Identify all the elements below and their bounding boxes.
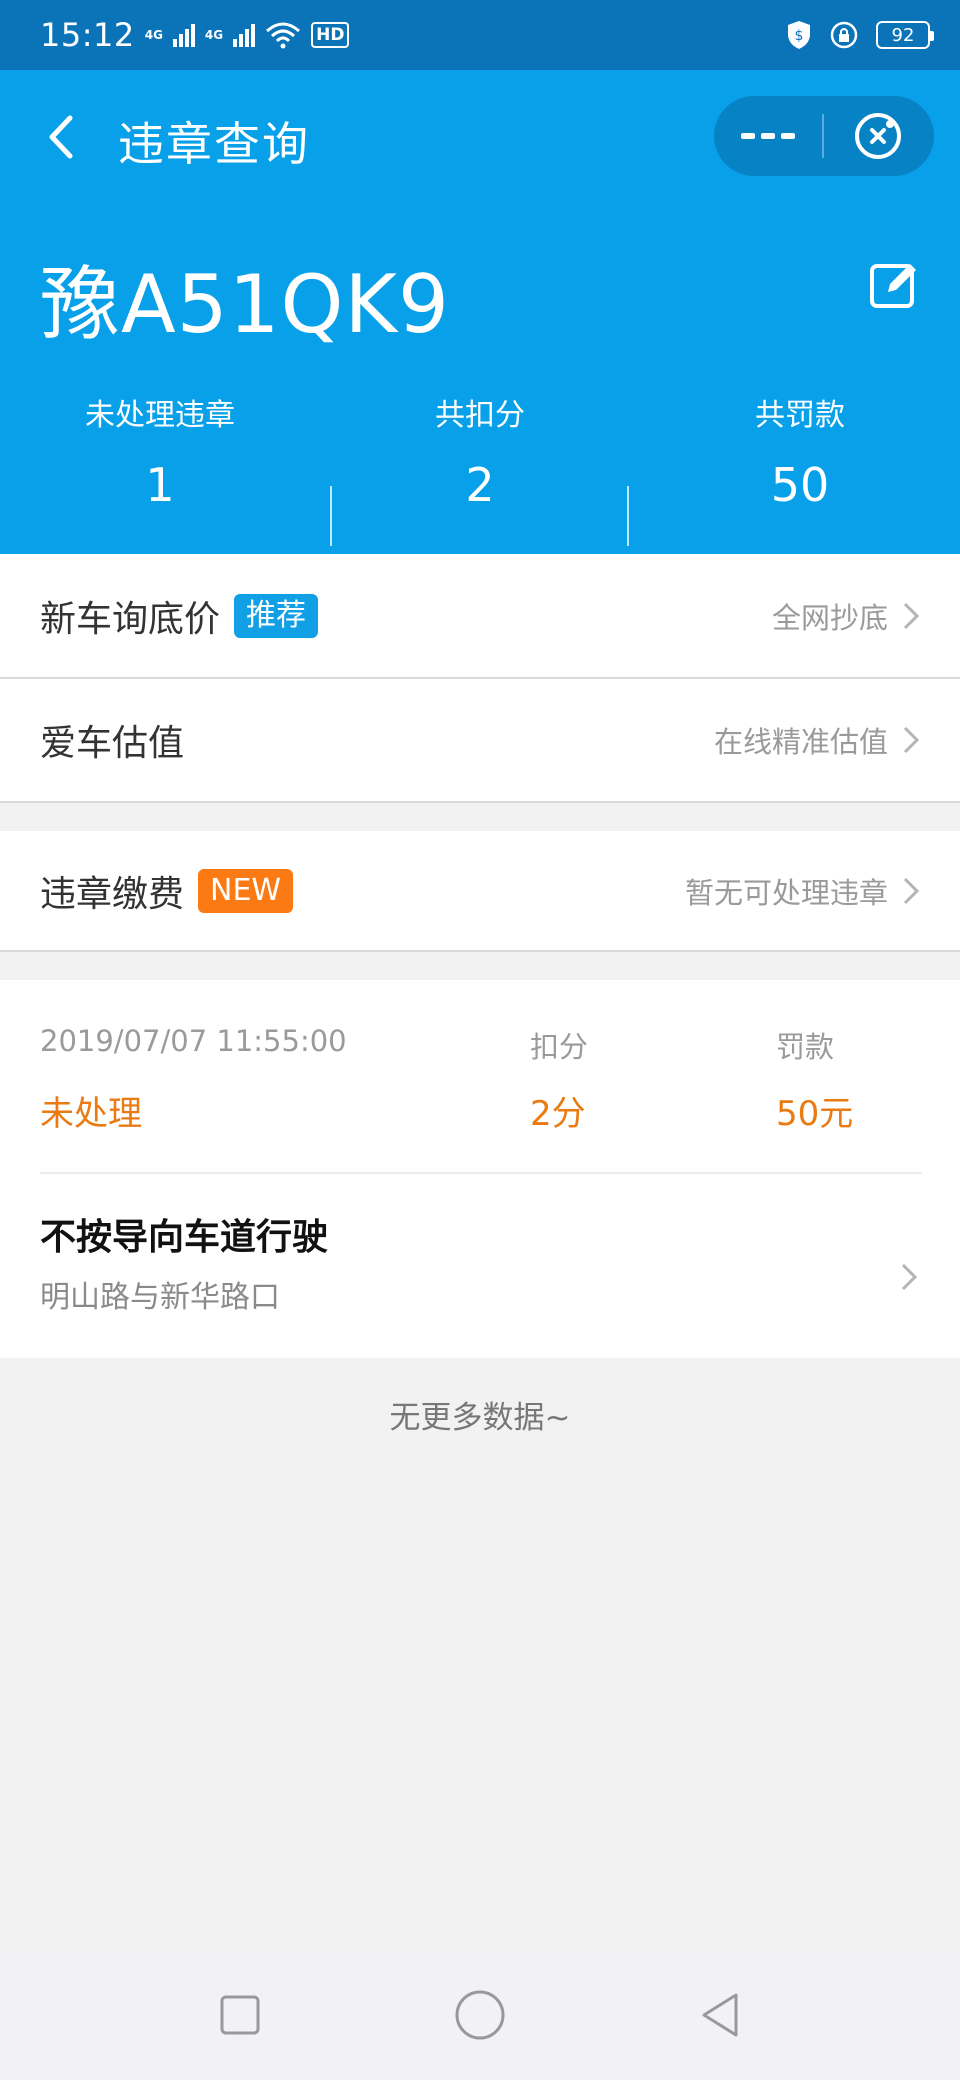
row-left: 新车询底价 推荐 xyxy=(40,590,772,642)
no-more-data: 无更多数据~ xyxy=(389,1400,571,1436)
close-circle-icon xyxy=(855,113,901,159)
fine-label: 罚款 xyxy=(776,1030,835,1064)
stat-label: 未处理违章 xyxy=(85,398,235,433)
new-badge: NEW xyxy=(198,869,294,913)
hd-label: HD xyxy=(316,25,345,45)
points-label: 扣分 xyxy=(530,1030,589,1064)
plate-number: 豫A51QK9 xyxy=(40,258,450,351)
row-right: 在线精准估值 xyxy=(714,719,920,761)
row-left: 爱车估值 xyxy=(40,714,714,766)
row-left: 违章缴费 NEW xyxy=(40,865,685,917)
recent-apps-button[interactable] xyxy=(210,1985,270,2045)
menu-item-title: 爱车估值 xyxy=(40,723,185,764)
record-fine: 50元 xyxy=(776,1094,854,1134)
status-bar: 15:12 4G 4G HD $ 92 xyxy=(0,0,960,70)
more-icon xyxy=(781,133,795,139)
status-left: 15:12 4G 4G HD xyxy=(40,16,350,54)
violation-record-card[interactable]: 2019/07/07 11:55:00 扣分 罚款 未处理 2分 50元 不按导… xyxy=(0,980,960,1358)
status-right: $ 92 xyxy=(786,20,934,50)
violation-stats: 未处理违章 1 共扣分 2 共罚款 50 xyxy=(0,370,960,546)
hd-icon: HD xyxy=(311,22,350,48)
lock-icon xyxy=(830,21,858,49)
network-label: 4G xyxy=(144,28,163,42)
chevron-right-icon xyxy=(903,602,920,630)
chevron-right-icon xyxy=(901,1263,918,1291)
record-points: 2分 xyxy=(530,1094,586,1134)
square-icon xyxy=(220,1995,260,2035)
battery-level: 92 xyxy=(891,24,915,46)
edit-icon[interactable] xyxy=(868,258,920,310)
record-status: 未处理 xyxy=(40,1094,142,1134)
page: 15:12 4G 4G HD $ 92 违章查询 豫A51QK9 未处理违章 1… xyxy=(0,0,960,2080)
circle-icon xyxy=(455,1990,505,2040)
stat-label: 共罚款 xyxy=(755,398,845,433)
menu-item-violation-payment[interactable]: 违章缴费 NEW 暂无可处理违章 xyxy=(0,831,960,951)
page-title: 违章查询 xyxy=(118,117,310,171)
chevron-right-icon xyxy=(903,726,920,754)
violation-location: 明山路与新华路口 xyxy=(40,1280,280,1315)
stat-points: 共扣分 2 xyxy=(320,370,640,520)
row-right: 暂无可处理违章 xyxy=(685,870,920,912)
close-button[interactable] xyxy=(824,96,932,176)
divider xyxy=(0,801,960,803)
network-label: 4G xyxy=(204,28,224,42)
menu-item-car-valuation[interactable]: 爱车估值 在线精准估值 xyxy=(0,679,960,801)
more-icon xyxy=(741,133,755,139)
row-right: 全网抄底 xyxy=(772,595,920,637)
system-nav-bar xyxy=(0,1950,960,2080)
stat-fine: 共罚款 50 xyxy=(640,370,960,520)
battery-icon: 92 xyxy=(876,21,934,49)
signal-icon xyxy=(233,23,256,47)
menu-item-subtitle: 在线精准估值 xyxy=(713,725,888,759)
stat-divider xyxy=(330,486,332,546)
divider xyxy=(0,950,960,952)
record-datetime: 2019/07/07 11:55:00 xyxy=(40,1024,347,1058)
signal-icon xyxy=(172,23,195,47)
home-button[interactable] xyxy=(450,1985,510,2045)
more-button[interactable] xyxy=(714,96,822,176)
triangle-back-icon xyxy=(702,1993,738,2037)
stat-value: 50 xyxy=(770,458,830,512)
shield-icon: $ xyxy=(788,21,810,49)
stat-label: 共扣分 xyxy=(435,398,525,433)
chevron-right-icon xyxy=(903,877,920,905)
record-divider xyxy=(40,1172,922,1174)
nav-bar: 违章查询 xyxy=(0,70,960,200)
menu-item-title: 新车询底价 xyxy=(40,599,221,640)
stat-unprocessed: 未处理违章 1 xyxy=(0,370,320,520)
header: 违章查询 豫A51QK9 未处理违章 1 共扣分 2 共罚款 50 xyxy=(0,70,960,554)
wifi-icon xyxy=(266,22,301,49)
menu-item-new-car-price[interactable]: 新车询底价 推荐 全网抄底 xyxy=(0,554,960,678)
back-button[interactable] xyxy=(690,1985,750,2045)
recommend-badge: 推荐 xyxy=(234,594,319,638)
menu-item-subtitle: 暂无可处理违章 xyxy=(684,876,888,910)
status-time: 15:12 xyxy=(40,16,135,54)
menu-item-subtitle: 全网抄底 xyxy=(771,601,888,635)
mini-program-capsule xyxy=(714,96,934,176)
chevron-left-icon[interactable] xyxy=(40,112,80,162)
more-icon xyxy=(761,133,775,139)
stat-divider xyxy=(627,486,629,546)
stat-value: 2 xyxy=(465,458,495,512)
stat-value: 1 xyxy=(145,458,175,512)
svg-text:$: $ xyxy=(795,28,804,44)
menu-item-title: 违章缴费 xyxy=(40,874,185,915)
violation-title: 不按导向车道行驶 xyxy=(40,1217,329,1258)
